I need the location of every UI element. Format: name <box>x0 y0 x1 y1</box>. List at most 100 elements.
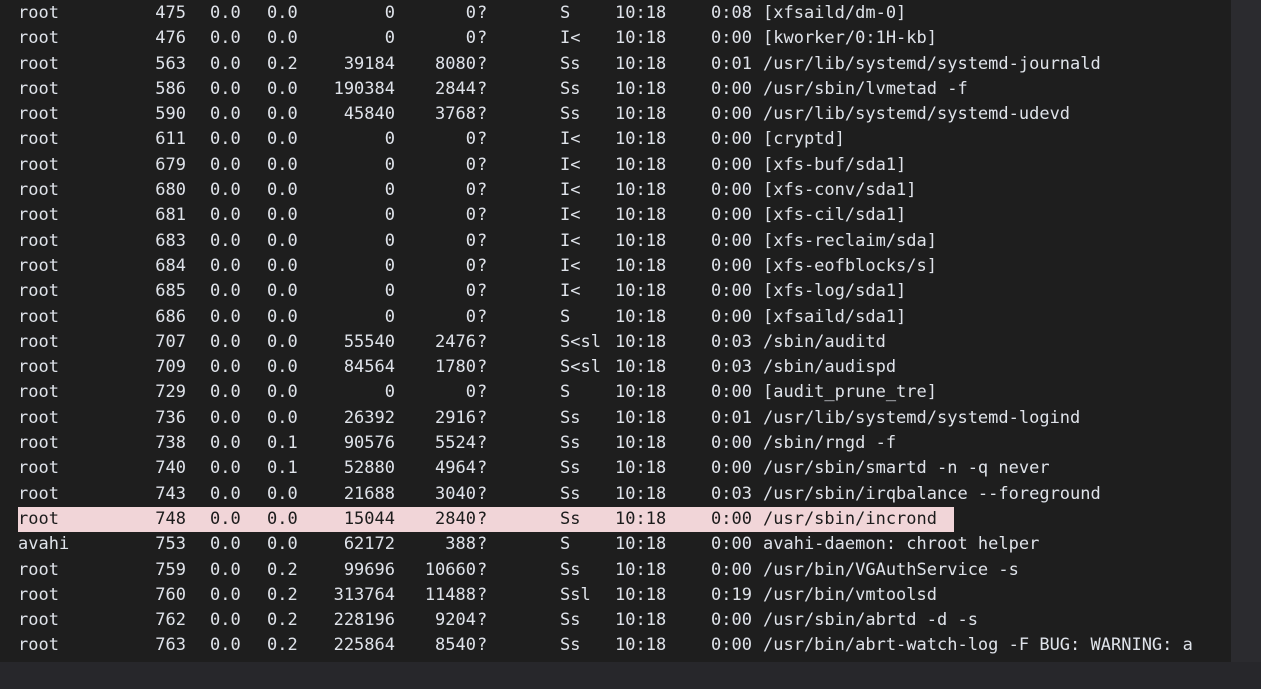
process-cpu: 0.0 <box>210 28 241 49</box>
process-tty: ? <box>477 458 488 479</box>
process-user: root <box>18 458 59 479</box>
process-start: 10:18 <box>615 255 667 276</box>
process-row[interactable]: root 738 0.0 0.1 90576 5524? Ss 10:18 0:00/sbin/… <box>18 431 1231 456</box>
process-tty: ? <box>477 357 488 378</box>
process-tty: ? <box>477 382 488 403</box>
process-row[interactable]: root 763 0.0 0.2 225864 8540? Ss 10:18 0:00/usr/… <box>18 633 1231 658</box>
process-row[interactable]: root 685 0.0 0.0 0 0? I< 10:18 0:00 [xfs-log/sda1… <box>18 279 1231 304</box>
process-mem: 0.2 <box>267 635 298 656</box>
process-tty: ? <box>477 534 488 555</box>
process-time: 0:00 <box>711 458 752 479</box>
terminal-output[interactable]: root 475 0.0 0.0 0 0? S 10:18 0:08 [xfsaild/dm-0]… <box>0 0 1231 662</box>
process-tty: ? <box>477 331 488 352</box>
process-tty: ? <box>477 306 488 327</box>
process-user: root <box>18 331 59 352</box>
process-time: 0:00 <box>711 306 752 327</box>
process-start: 10:18 <box>615 230 667 251</box>
process-vsz: 39184 <box>343 53 395 74</box>
process-time: 0:00 <box>711 508 752 529</box>
process-start: 10:18 <box>615 357 667 378</box>
process-row[interactable]: root 680 0.0 0.0 0 0? I< 10:18 0:00 [xfs-conv/sda… <box>18 178 1231 203</box>
process-pid: 563 <box>155 53 186 74</box>
process-row[interactable]: root 736 0.0 0.0 26392 2916? Ss 10:18 0:01/usr/l… <box>18 406 1231 431</box>
process-pid: 740 <box>155 458 186 479</box>
process-cpu: 0.0 <box>210 584 241 605</box>
process-tty: ? <box>477 28 488 49</box>
process-mem: 0.0 <box>267 281 298 302</box>
process-tty: ? <box>477 281 488 302</box>
process-start: 10:18 <box>615 534 667 555</box>
process-tty: ? <box>477 559 488 580</box>
process-row[interactable]: root 686 0.0 0.0 0 0? S 10:18 0:00 [xfsaild/sda1] <box>18 305 1231 330</box>
process-row[interactable]: avahi 753 0.0 0.0 62172 388? S 10:18 0:00 avahi-d… <box>18 532 1231 557</box>
process-rss: 2476 <box>435 331 476 352</box>
process-row[interactable]: root 586 0.0 0.0 190384 2844? Ss 10:18 0:00/usr/… <box>18 77 1231 102</box>
process-pid: 753 <box>155 534 186 555</box>
process-row[interactable]: root 611 0.0 0.0 0 0? I< 10:18 0:00 [cryptd] <box>18 127 1231 152</box>
process-time: 0:00 <box>711 382 752 403</box>
process-time: 0:00 <box>711 78 752 99</box>
process-row[interactable]: root 707 0.0 0.0 55540 2476? S<sl 10:18 0:03/sbi… <box>18 330 1231 355</box>
process-command: [audit_prune_tre] <box>763 382 937 403</box>
process-user: root <box>18 230 59 251</box>
process-stat: I< <box>560 230 581 251</box>
process-row[interactable]: root 679 0.0 0.0 0 0? I< 10:18 0:00 [xfs-buf/sda1… <box>18 153 1231 178</box>
process-pid: 684 <box>155 255 186 276</box>
process-user: root <box>18 129 59 150</box>
process-row[interactable]: root 759 0.0 0.2 99696 10660? Ss 10:18 0:00/usr/… <box>18 558 1231 583</box>
process-row[interactable]: root 740 0.0 0.1 52880 4964? Ss 10:18 0:00/usr/s… <box>18 456 1231 481</box>
process-cpu: 0.0 <box>210 154 241 175</box>
process-stat: Ss <box>560 433 581 454</box>
process-row[interactable]: root 475 0.0 0.0 0 0? S 10:18 0:08 [xfsaild/dm-0] <box>18 1 1231 26</box>
process-stat: Ss <box>560 559 581 580</box>
process-user: root <box>18 306 59 327</box>
process-vsz: 52880 <box>343 458 395 479</box>
process-row[interactable]: root 681 0.0 0.0 0 0? I< 10:18 0:00 [xfs-cil/sda1… <box>18 203 1231 228</box>
process-stat: I< <box>560 154 581 175</box>
process-row-selected[interactable]: root 748 0.0 0.0 15044 2840? Ss 10:18 0:00/usr/s… <box>18 506 1231 533</box>
process-row[interactable]: root 476 0.0 0.0 0 0? I< 10:18 0:00 [kworker/0:1H… <box>18 26 1231 51</box>
process-row[interactable]: root 563 0.0 0.2 39184 8080? Ss 10:18 0:01/usr/l… <box>18 52 1231 77</box>
process-tty: ? <box>477 230 488 251</box>
process-pid: 763 <box>155 635 186 656</box>
process-pid: 590 <box>155 104 186 125</box>
process-tty: ? <box>477 78 488 99</box>
process-time: 0:00 <box>711 433 752 454</box>
process-cpu: 0.0 <box>210 281 241 302</box>
process-row[interactable]: root 760 0.0 0.2 313764 11488? Ssl 10:18 0:19/us… <box>18 583 1231 608</box>
process-rss: 11488 <box>424 584 476 605</box>
process-stat: S<sl <box>560 357 601 378</box>
process-tty: ? <box>477 483 488 504</box>
process-row[interactable]: root 684 0.0 0.0 0 0? I< 10:18 0:00 [xfs-eofblock… <box>18 254 1231 279</box>
process-cpu: 0.0 <box>210 3 241 23</box>
process-start: 10:18 <box>615 584 667 605</box>
process-tty: ? <box>477 129 488 150</box>
process-vsz: 228196 <box>333 610 395 631</box>
process-pid: 738 <box>155 433 186 454</box>
process-row[interactable]: root 590 0.0 0.0 45840 3768? Ss 10:18 0:00/usr/l… <box>18 102 1231 127</box>
process-mem: 0.0 <box>267 78 298 99</box>
process-cpu: 0.0 <box>210 78 241 99</box>
process-row[interactable]: root 729 0.0 0.0 0 0? S 10:18 0:00 [audit_prune_t… <box>18 380 1231 405</box>
process-stat: S<sl <box>560 331 601 352</box>
process-stat: I< <box>560 255 581 276</box>
process-vsz: 0 <box>384 382 395 403</box>
process-stat: Ss <box>560 78 581 99</box>
process-cpu: 0.0 <box>210 534 241 555</box>
scrollbar-track[interactable] <box>1231 0 1261 662</box>
process-start: 10:18 <box>615 53 667 74</box>
process-pid: 475 <box>155 3 186 23</box>
process-cpu: 0.0 <box>210 483 241 504</box>
process-vsz: 190384 <box>333 78 395 99</box>
process-row[interactable]: root 683 0.0 0.0 0 0? I< 10:18 0:00 [xfs-reclaim/… <box>18 229 1231 254</box>
process-pid: 736 <box>155 407 186 428</box>
process-tty: ? <box>477 610 488 631</box>
process-rss: 3040 <box>435 483 476 504</box>
process-row[interactable]: root 709 0.0 0.0 84564 1780? S<sl 10:18 0:03/sbi… <box>18 355 1231 380</box>
process-row[interactable]: root 743 0.0 0.0 21688 3040? Ss 10:18 0:03/usr/s… <box>18 482 1231 507</box>
process-rss: 0 <box>465 154 476 175</box>
process-rss: 0 <box>465 180 476 201</box>
process-pid: 748 <box>155 508 186 529</box>
process-row[interactable]: root 762 0.0 0.2 228196 9204? Ss 10:18 0:00/usr/… <box>18 608 1231 633</box>
process-time: 0:00 <box>711 635 752 656</box>
